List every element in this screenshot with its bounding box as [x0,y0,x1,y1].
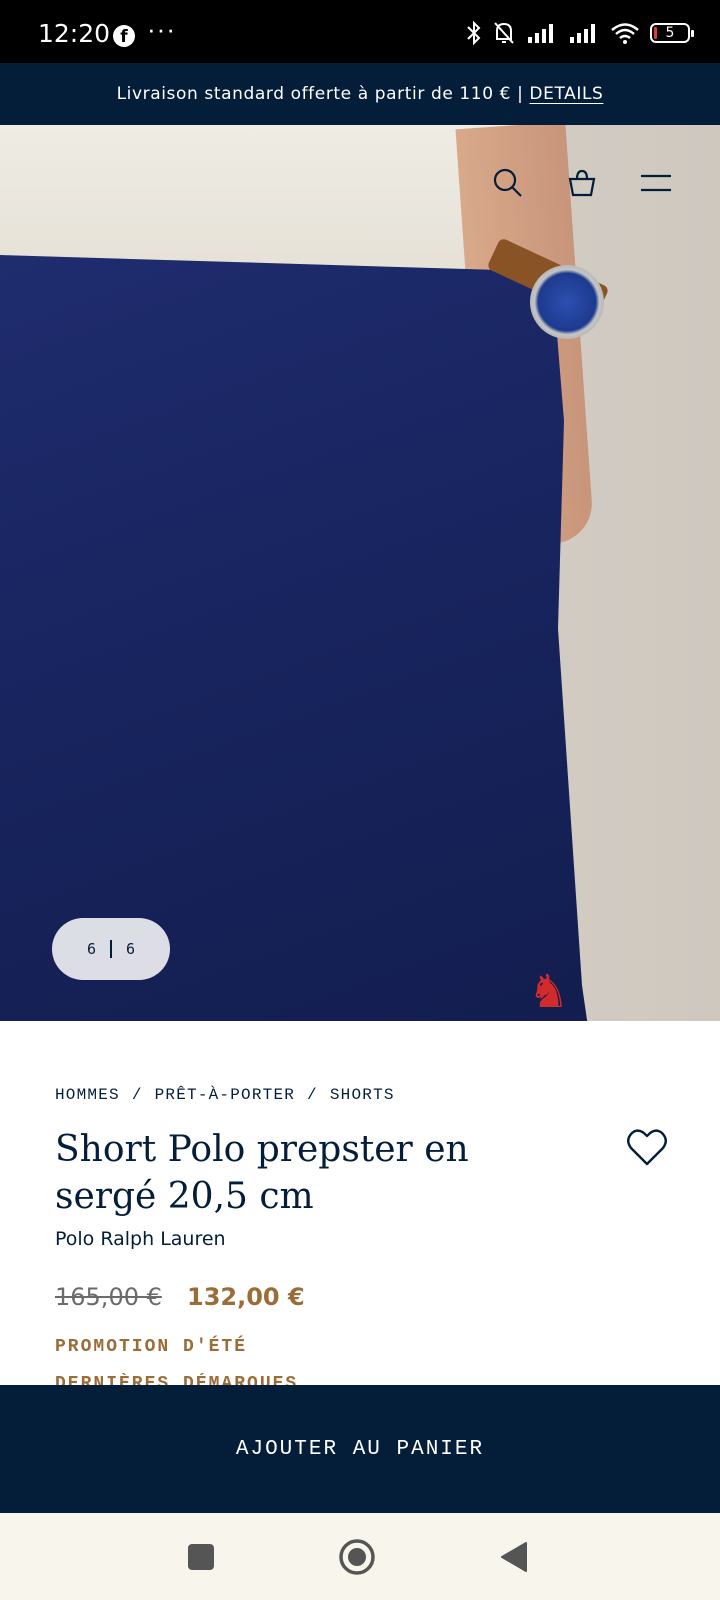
watch-graphic [530,265,604,339]
wishlist-heart-icon[interactable] [626,1128,668,1168]
home-circle-icon[interactable] [337,1537,377,1577]
battery-level: 5 [665,25,675,41]
mute-bell-icon [494,22,514,44]
wifi-icon [611,23,639,44]
status-time: 12:20 [38,19,111,48]
product-brand: Polo Ralph Lauren [55,1228,226,1250]
menu-icon[interactable] [634,161,678,205]
image-counter: 6 6 [52,918,170,980]
battery-icon: 5 [650,23,694,43]
promotion-label: PROMOTION D'ÉTÉ [55,1337,248,1357]
breadcrumb-separator: / [307,1086,318,1104]
more-notifications-icon: ··· [147,14,176,44]
counter-divider [110,940,112,958]
original-price: 165,00 € [55,1283,162,1311]
breadcrumb-pret-a-porter[interactable]: PRÊT-À-PORTER [155,1086,295,1104]
breadcrumb-separator: / [131,1086,143,1104]
promotion-label-extra: DERNIÈRES DÉMARQUES [55,1374,299,1385]
pony-logo-icon: ♞ [528,965,570,1017]
sale-price: 132,00 € [187,1283,305,1311]
signal-icon [528,24,553,43]
details-link[interactable]: DETAILS [529,84,603,104]
shipping-banner-text: Livraison standard offerte à partir de 1… [116,84,530,104]
add-to-cart-button[interactable]: AJOUTER AU PANIER [0,1385,720,1513]
search-icon[interactable] [486,161,530,205]
recents-square-icon[interactable] [181,1537,221,1577]
system-navigation-bar [0,1513,720,1600]
shorts-graphic [0,255,588,1021]
breadcrumb-hommes[interactable]: HOMMES [55,1086,120,1104]
back-triangle-icon[interactable] [494,1537,534,1577]
shipping-banner: Livraison standard offerte à partir de 1… [0,63,720,125]
breadcrumb-shorts[interactable]: SHORTS [330,1086,395,1104]
shirt-graphic [0,125,520,275]
status-bar: 12:20 f ··· 5 [0,0,720,63]
facebook-icon: f [113,25,135,47]
image-counter-current: 6 [86,940,96,958]
breadcrumb: HOMMES / PRÊT-À-PORTER / SHORTS [55,1086,395,1104]
product-title: Short Polo prepster en sergé 20,5 cm [55,1129,469,1217]
bag-icon[interactable] [560,161,604,205]
signal-icon-2 [570,24,595,43]
product-image[interactable]: ♞ 6 6 [0,125,720,1021]
bluetooth-icon [467,20,481,46]
image-counter-total: 6 [126,940,136,958]
